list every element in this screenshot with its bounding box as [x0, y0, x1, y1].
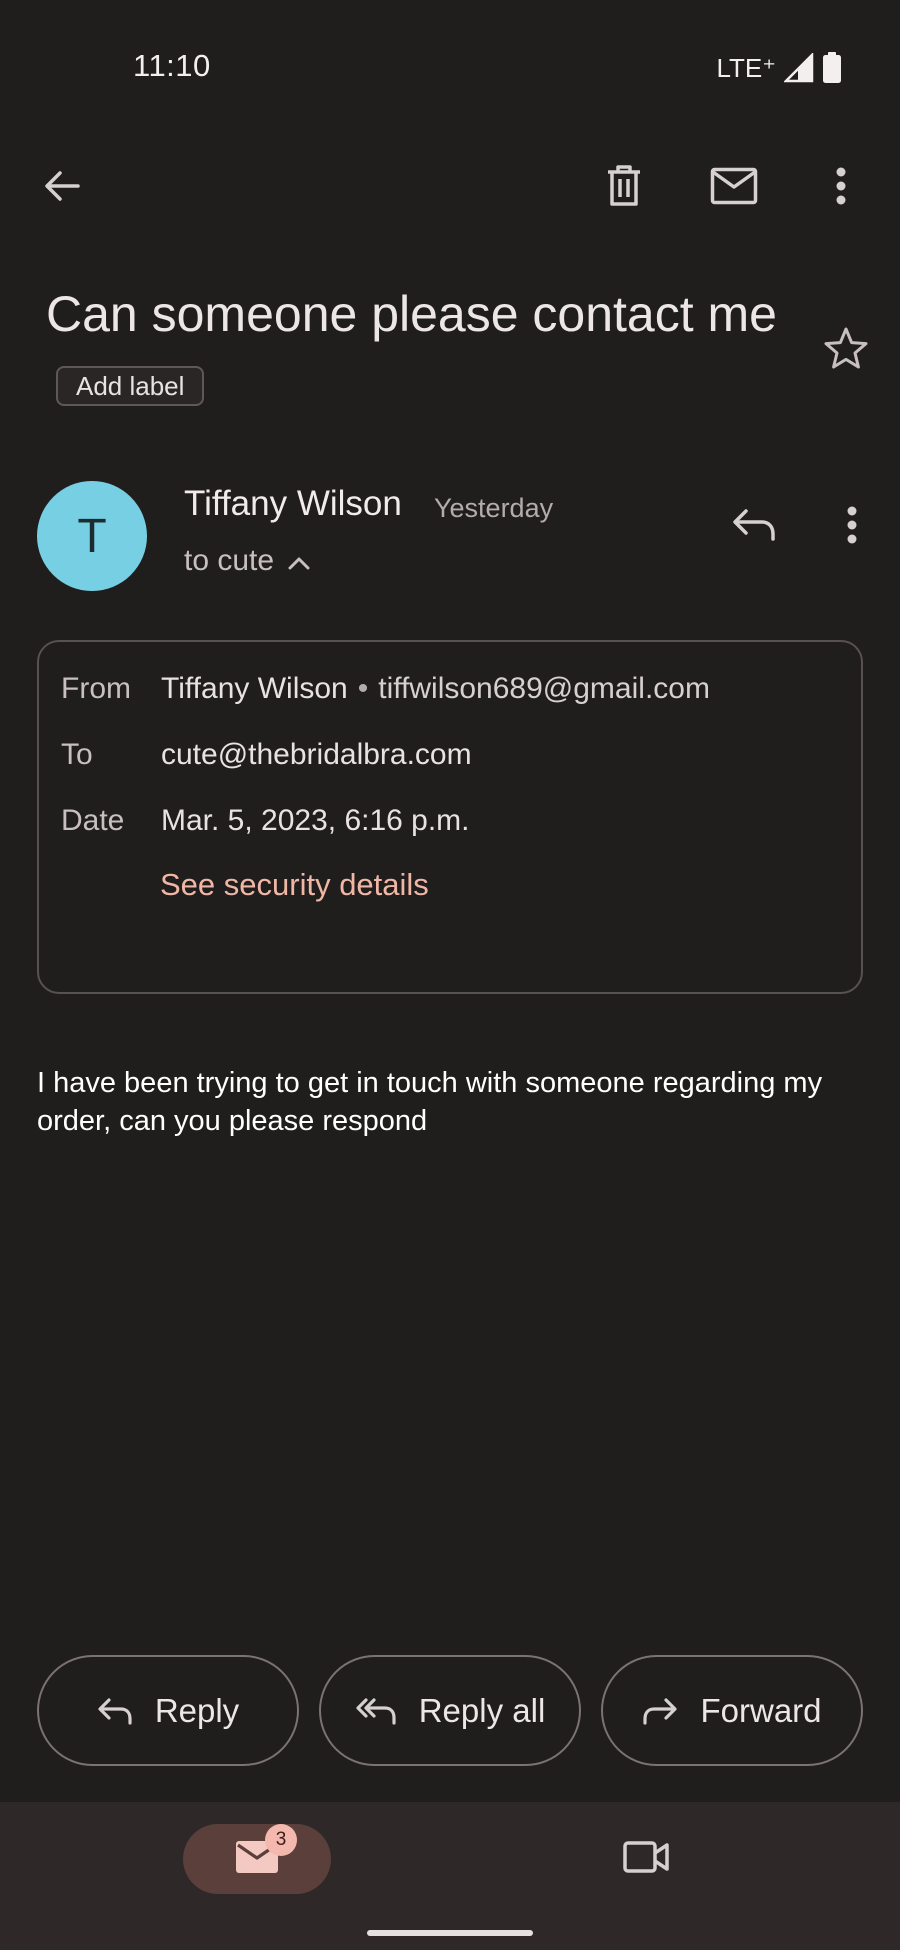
chevron-up-icon [288, 544, 310, 578]
from-email[interactable]: tiffwilson689@gmail.com [378, 672, 710, 706]
subject-text: Can someone please contact me [46, 286, 777, 342]
to-row: To cute@thebridalbra.com [61, 738, 472, 772]
message-details-panel: From Tiffany Wilson • tiffwilson689@gmai… [37, 640, 863, 994]
mark-unread-icon [710, 167, 758, 205]
email-date: Yesterday [434, 493, 554, 523]
quick-reply-button[interactable] [722, 495, 786, 559]
reply-icon [97, 1697, 133, 1725]
email-subject: Can someone please contact me Add label [46, 278, 806, 422]
message-more-button[interactable] [820, 495, 884, 559]
network-type: LTE⁺ [716, 52, 776, 83]
unread-count-badge: 3 [265, 1824, 297, 1856]
delete-button[interactable] [588, 150, 660, 222]
forward-button[interactable]: Forward [601, 1655, 863, 1766]
sender-name: Tiffany Wilson [184, 484, 402, 523]
star-icon [823, 326, 869, 375]
forward-icon [642, 1697, 678, 1725]
reply-button[interactable]: Reply [37, 1655, 299, 1766]
home-indicator[interactable] [367, 1930, 533, 1936]
status-indicators: LTE⁺ [717, 52, 842, 84]
reply-icon [732, 508, 776, 547]
reply-all-icon [355, 1697, 397, 1725]
from-name: Tiffany Wilson [161, 672, 348, 705]
back-arrow-icon [42, 166, 82, 206]
status-time: 11:10 [133, 48, 211, 83]
security-details-link[interactable]: See security details [160, 867, 429, 903]
bottom-navigation: 3 [0, 1802, 900, 1950]
date-label: Date [61, 804, 125, 837]
from-row: From Tiffany Wilson • tiffwilson689@gmai… [61, 672, 710, 706]
nav-meet-tab[interactable] [610, 1824, 682, 1894]
delete-icon [605, 164, 643, 208]
reply-all-label: Reply all [418, 1691, 546, 1729]
more-options-button[interactable] [805, 150, 877, 222]
sender-avatar[interactable]: T [37, 481, 147, 591]
mark-unread-button[interactable] [698, 150, 770, 222]
reply-label: Reply [154, 1691, 240, 1729]
separator-dot: • [357, 672, 369, 705]
date-value: Mar. 5, 2023, 6:16 p.m. [161, 804, 470, 837]
top-toolbar [0, 150, 900, 222]
date-row: Date Mar. 5, 2023, 6:16 p.m. [61, 804, 470, 838]
battery-icon [822, 52, 842, 84]
forward-label: Forward [700, 1691, 822, 1729]
add-label-button[interactable]: Add label [56, 365, 205, 406]
video-icon [622, 1839, 670, 1880]
email-body: I have been trying to get in touch with … [37, 1067, 823, 1137]
star-button[interactable] [814, 318, 878, 382]
recipient-summary: to cute [184, 544, 275, 577]
from-label: From [61, 672, 131, 705]
to-label: To [61, 738, 93, 771]
more-vertical-icon [846, 505, 858, 550]
reply-all-button[interactable]: Reply all [319, 1655, 581, 1766]
nav-mail-tab[interactable]: 3 [183, 1824, 331, 1894]
signal-icon [784, 53, 814, 83]
to-email[interactable]: cute@thebridalbra.com [161, 738, 472, 772]
back-button[interactable] [26, 150, 98, 222]
more-vertical-icon [835, 166, 847, 206]
status-bar: 11:10 LTE⁺ [0, 0, 900, 130]
email-screen: 11:10 LTE⁺ Can someone please contact me… [0, 0, 900, 1950]
recipient-toggle[interactable]: to cute [184, 544, 310, 578]
